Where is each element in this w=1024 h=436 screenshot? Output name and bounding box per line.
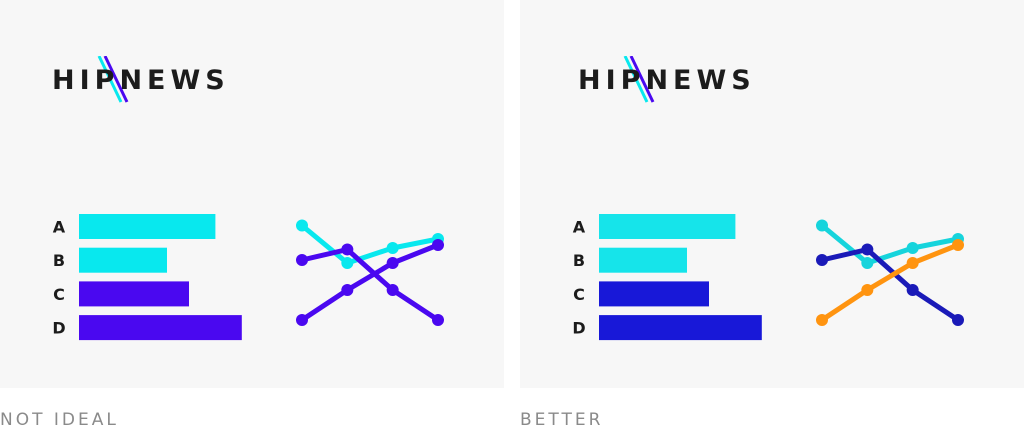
bar-category-label: C xyxy=(53,285,65,304)
series-point xyxy=(296,219,308,232)
series-point xyxy=(341,284,354,296)
series-point xyxy=(296,314,308,326)
bar xyxy=(79,281,189,307)
series-point xyxy=(386,242,399,254)
series-point xyxy=(861,284,874,296)
logo-text: HIPNEWS xyxy=(578,66,756,96)
bar-category-label: C xyxy=(573,285,585,304)
logo-part-news: NEWS xyxy=(119,65,230,96)
better-panel: HIPNEWS ABCD xyxy=(520,0,1024,388)
series-point xyxy=(816,254,828,266)
bar xyxy=(79,247,167,273)
series-point xyxy=(341,257,354,269)
chart-area: ABCD xyxy=(52,214,444,341)
caption-better: BETTER xyxy=(520,410,604,430)
caption-not-ideal: NOT IDEAL xyxy=(0,410,119,430)
series-point xyxy=(296,254,308,266)
not-ideal-panel: HIPNEWS ABCD xyxy=(0,0,504,388)
series-point xyxy=(861,257,874,269)
bar xyxy=(79,315,242,341)
series-point xyxy=(906,257,919,269)
logo-part-news: NEWS xyxy=(645,65,756,96)
series-point xyxy=(341,243,354,256)
series-point xyxy=(906,242,919,254)
series-point xyxy=(952,239,964,251)
logo-text: HIPNEWS xyxy=(52,66,230,96)
bar-category-label: B xyxy=(573,251,585,270)
series-point xyxy=(816,219,828,232)
bar xyxy=(79,214,216,239)
hipnews-logo: HIPNEWS xyxy=(52,56,242,106)
hipnews-logo: HIPNEWS xyxy=(578,56,768,106)
series-point xyxy=(432,314,444,326)
bar-category-label: D xyxy=(572,319,585,338)
chart-area: ABCD xyxy=(572,214,964,341)
logo-part-hip: HIP xyxy=(52,65,120,96)
series-point xyxy=(816,314,828,326)
bar-category-label: B xyxy=(53,251,65,270)
bar xyxy=(599,315,762,341)
bar-category-label: A xyxy=(573,218,586,237)
bar-category-label: A xyxy=(53,218,66,237)
bar xyxy=(599,247,687,273)
bar-category-label: D xyxy=(52,319,65,338)
bar xyxy=(599,281,709,307)
series-point xyxy=(386,257,399,269)
series-point xyxy=(386,284,399,296)
series-point xyxy=(432,239,444,251)
series-point xyxy=(861,243,874,256)
series-point xyxy=(906,284,919,296)
bar xyxy=(599,214,736,239)
logo-part-hip: HIP xyxy=(578,65,646,96)
series-point xyxy=(952,314,964,326)
